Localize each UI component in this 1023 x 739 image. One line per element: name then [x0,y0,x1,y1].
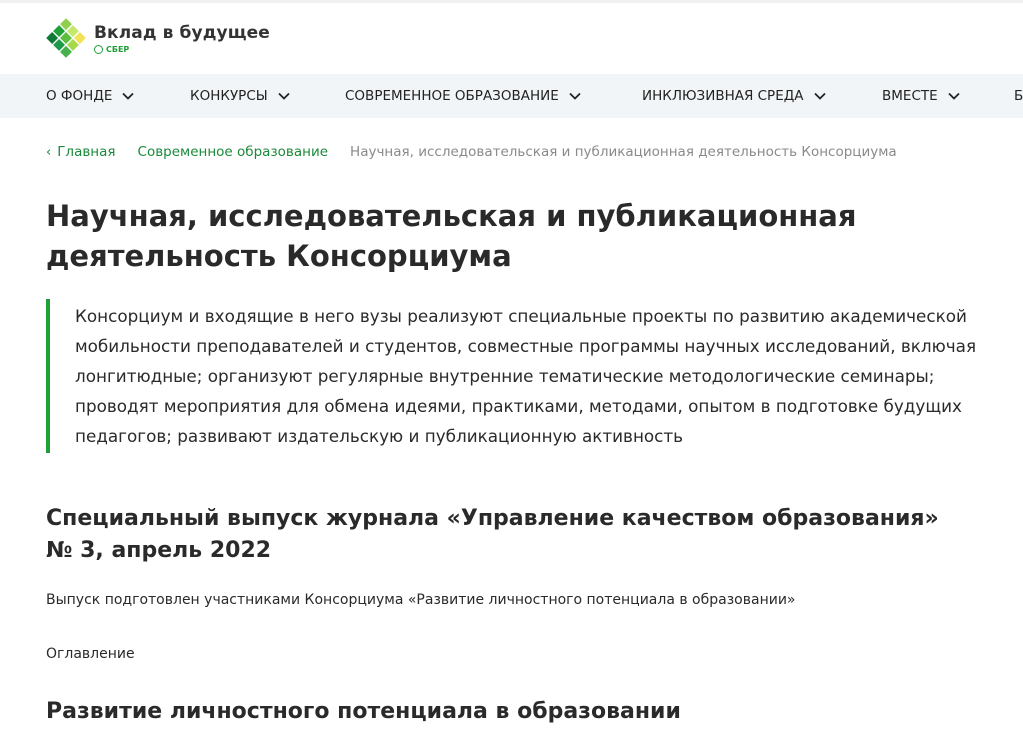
logo-subtitle: СБЕР [106,44,130,54]
logo-mosaic-icon [46,18,86,58]
chevron-down-icon [122,92,135,100]
chevron-down-icon [948,92,960,100]
nav-item-label: СОВРЕМЕННОЕ ОБРАЗОВАНИЕ [345,88,559,104]
toc-label: Оглавление [46,646,135,662]
page-title: Научная, исследовательская и публикацион… [46,199,857,273]
nav-item-label: ИНКЛЮЗИВНАЯ СРЕДА [642,88,804,104]
site-logo[interactable]: Вклад в будущее СБЕР [46,18,270,58]
nav-item-more[interactable]: Б [1014,74,1023,118]
sber-circle-icon [94,44,103,54]
nav-item-inclusive[interactable]: ИНКЛЮЗИВНАЯ СРЕДА [642,74,826,118]
main-nav: О ФОНДЕ КОНКУРСЫ СОВРЕМЕННОЕ ОБРАЗОВАНИЕ… [0,74,1023,118]
nav-item-together[interactable]: ВМЕСТЕ [882,74,960,118]
section-title-line1: Специальный выпуск журнала «Управление к… [46,506,939,531]
chevron-down-icon [278,92,290,100]
nav-item-label: ВМЕСТЕ [882,88,938,104]
logo-title: Вклад в будущее [94,22,270,43]
issue-subtitle: Выпуск подготовлен участниками Консорциу… [46,592,796,608]
breadcrumb-parent-link[interactable]: Современное образование [138,144,329,160]
nav-item-contests[interactable]: КОНКУРСЫ [190,74,290,118]
chevron-left-icon: ‹ [46,144,52,160]
nav-item-about[interactable]: О ФОНДЕ [46,74,135,118]
chevron-down-icon [569,92,581,100]
intro-quote: Консорциум и входящие в него вузы реализ… [46,299,996,453]
nav-item-label: КОНКУРСЫ [190,88,268,104]
section-title: Специальный выпуск журнала «Управление к… [46,503,986,567]
section-title-line2: № 3, апрель 2022 [46,538,272,563]
nav-item-modern-education[interactable]: СОВРЕМЕННОЕ ОБРАЗОВАНИЕ [345,74,581,118]
section2-title: Развитие личностного потенциала в образо… [46,699,681,724]
nav-item-label: Б [1014,88,1023,104]
breadcrumb-home-link[interactable]: Главная [57,144,115,160]
top-border [0,0,1023,3]
chevron-down-icon [813,92,826,100]
breadcrumb: ‹ Главная Современное образование Научна… [46,144,897,160]
breadcrumb-current: Научная, исследовательская и публикацион… [350,144,897,160]
nav-item-label: О ФОНДЕ [46,88,113,104]
